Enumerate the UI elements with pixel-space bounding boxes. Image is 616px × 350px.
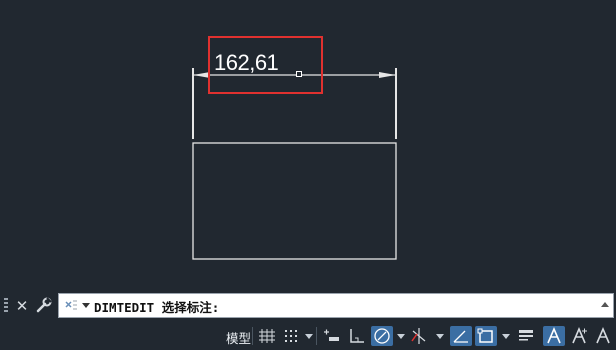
rectangle-object xyxy=(192,142,397,260)
isodraft-dropdown-icon[interactable] xyxy=(436,334,444,339)
status-bar: 模型 xyxy=(0,322,616,350)
isodraft-icon[interactable] xyxy=(408,326,430,346)
wrench-icon[interactable] xyxy=(34,296,54,316)
ortho-icon[interactable] xyxy=(346,326,368,346)
lineweight-icon[interactable] xyxy=(515,326,537,346)
grid-icon[interactable] xyxy=(256,326,278,346)
arrowhead-right xyxy=(379,72,396,78)
command-line-grip-handle[interactable] xyxy=(4,298,8,314)
snap-icon[interactable] xyxy=(280,326,302,346)
annotation-visibility-icon[interactable] xyxy=(543,326,565,346)
status-separator xyxy=(252,327,253,345)
object-snap-dropdown-icon[interactable] xyxy=(502,334,510,339)
model-space-button[interactable]: 模型 xyxy=(226,328,251,347)
infer-constraints-icon[interactable] xyxy=(320,326,342,346)
highlight-box xyxy=(208,36,323,94)
snap-dropdown-icon[interactable] xyxy=(305,334,313,339)
object-snap-icon[interactable] xyxy=(475,326,497,346)
polar-tracking-icon[interactable] xyxy=(371,326,393,346)
chevron-down-icon[interactable] xyxy=(82,303,90,308)
autoscale-icon[interactable] xyxy=(568,326,590,346)
command-line: ✕ DIMTEDIT 选择标注: xyxy=(0,292,616,320)
chevron-up-icon[interactable] xyxy=(601,302,609,307)
annotation-scale-icon[interactable] xyxy=(592,326,614,346)
status-separator xyxy=(316,327,317,345)
command-input[interactable]: DIMTEDIT 选择标注: xyxy=(58,293,614,318)
polar-dropdown-icon[interactable] xyxy=(397,334,405,339)
drawing-canvas[interactable]: 162,61 xyxy=(0,0,616,290)
command-history-icon[interactable] xyxy=(63,297,79,317)
object-snap-tracking-icon[interactable] xyxy=(450,326,472,346)
command-prompt-text: DIMTEDIT 选择标注: xyxy=(94,300,220,315)
close-icon[interactable]: ✕ xyxy=(12,296,32,316)
